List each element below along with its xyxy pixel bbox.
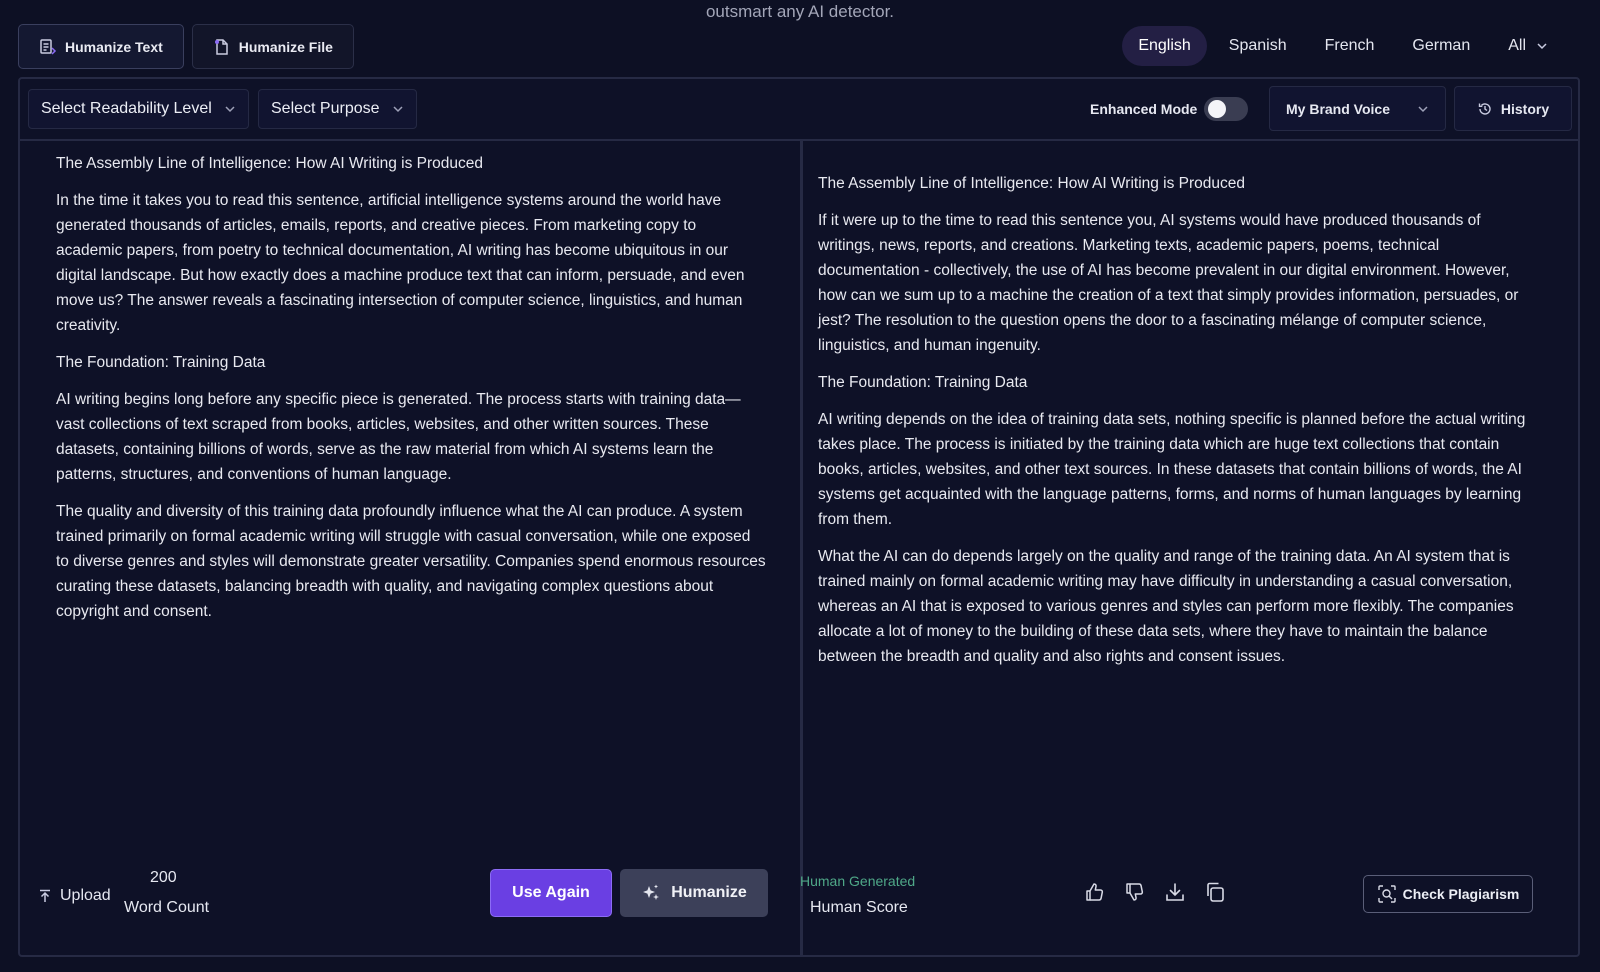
lang-spanish[interactable]: Spanish xyxy=(1213,26,1303,66)
upload-label: Upload xyxy=(60,887,111,904)
tab-humanize-file-label: Humanize File xyxy=(238,38,333,55)
output-text-area: The Assembly Line of Intelligence: How A… xyxy=(818,171,1528,681)
readability-select[interactable]: Select Readability Level xyxy=(28,89,249,129)
output-paragraph: The Foundation: Training Data xyxy=(818,374,1028,391)
lang-all-label: All xyxy=(1508,37,1526,54)
check-plagiarism-button[interactable]: Check Plagiarism xyxy=(1363,875,1533,913)
output-paragraph: If it were up to the time to read this s… xyxy=(818,212,1519,354)
toolbar: Select Readability Level Select Purpose … xyxy=(20,79,1578,141)
chevron-down-icon xyxy=(225,106,235,113)
thumbs-down-icon[interactable] xyxy=(1124,881,1146,903)
purpose-select[interactable]: Select Purpose xyxy=(258,89,417,129)
input-paragraph: The Assembly Line of Intelligence: How A… xyxy=(56,155,484,172)
history-icon xyxy=(1478,102,1491,115)
human-score-label: Human Score xyxy=(810,899,908,916)
mode-tabs: Humanize Text Humanize File xyxy=(18,24,354,69)
purpose-select-label: Select Purpose xyxy=(271,100,380,117)
input-paragraph: The Foundation: Training Data xyxy=(56,354,266,371)
input-paragraph: The quality and diversity of this traini… xyxy=(56,503,766,620)
chevron-down-icon xyxy=(1418,105,1428,112)
humanizer-panel: Select Readability Level Select Purpose … xyxy=(18,77,1580,957)
output-paragraph: The Assembly Line of Intelligence: How A… xyxy=(818,175,1246,192)
language-selector: English Spanish French German All xyxy=(1122,26,1564,66)
readability-select-label: Select Readability Level xyxy=(41,100,212,117)
upload-arrow-icon xyxy=(40,889,50,902)
tab-humanize-text[interactable]: Humanize Text xyxy=(18,24,184,69)
use-again-button[interactable]: Use Again xyxy=(490,869,612,917)
brand-voice-label: My Brand Voice xyxy=(1286,100,1390,117)
humanize-label: Humanize xyxy=(671,884,747,901)
lang-all-dropdown[interactable]: All xyxy=(1492,26,1564,66)
tab-humanize-text-label: Humanize Text xyxy=(65,38,163,55)
scan-search-icon xyxy=(1377,885,1396,903)
input-paragraph: In the time it takes you to read this se… xyxy=(56,192,745,334)
check-plagiarism-label: Check Plagiarism xyxy=(1402,886,1520,902)
sparkle-icon xyxy=(643,884,660,900)
file-icon xyxy=(214,38,228,55)
lang-german[interactable]: German xyxy=(1396,26,1486,66)
enhanced-mode-label: Enhanced Mode xyxy=(1090,101,1198,117)
status-badge: Human Generated xyxy=(800,873,916,889)
humanize-button[interactable]: Humanize xyxy=(620,869,768,917)
tab-humanize-file[interactable]: Humanize File xyxy=(191,24,354,69)
word-count-value: 200 xyxy=(150,869,177,886)
download-icon[interactable] xyxy=(1164,881,1186,903)
output-actions xyxy=(1084,881,1226,903)
enhanced-mode-toggle[interactable] xyxy=(1204,97,1248,121)
panel-divider xyxy=(800,141,803,957)
lang-french[interactable]: French xyxy=(1309,26,1391,66)
lang-english[interactable]: English xyxy=(1122,26,1207,66)
copy-icon[interactable] xyxy=(1204,881,1226,903)
word-count-label: Word Count xyxy=(124,899,210,916)
brand-voice-select[interactable]: My Brand Voice xyxy=(1269,86,1446,131)
upload-button[interactable]: Upload xyxy=(38,887,111,905)
chevron-down-icon xyxy=(1537,43,1547,50)
text-doc-icon xyxy=(40,38,57,55)
history-button[interactable]: History xyxy=(1454,86,1572,131)
input-paragraph: AI writing begins long before any specif… xyxy=(56,391,741,483)
output-paragraph: What the AI can do depends largely on th… xyxy=(818,548,1514,665)
output-paragraph: AI writing depends on the idea of traini… xyxy=(818,411,1526,528)
tagline: outsmart any AI detector. xyxy=(705,2,895,21)
thumbs-up-icon[interactable] xyxy=(1084,881,1106,903)
history-label: History xyxy=(1500,100,1550,117)
toggle-knob xyxy=(1208,100,1226,118)
input-text-area[interactable]: The Assembly Line of Intelligence: How A… xyxy=(56,151,766,636)
chevron-down-icon xyxy=(392,106,403,113)
